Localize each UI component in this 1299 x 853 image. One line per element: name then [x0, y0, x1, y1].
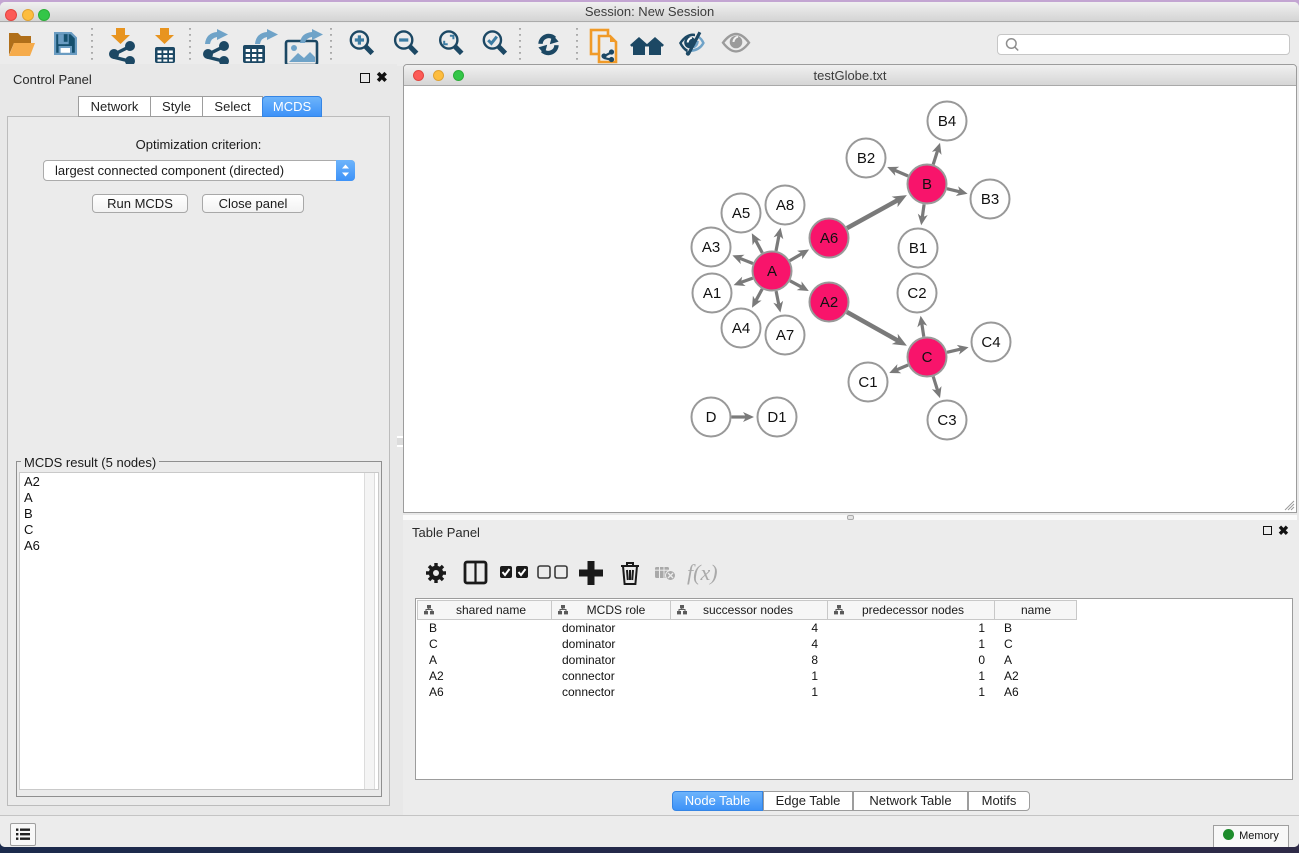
svg-text:A3: A3 [702, 239, 720, 256]
svg-text:successor nodes: successor nodes [703, 603, 793, 617]
svg-text:A2: A2 [1004, 669, 1019, 683]
svg-text:A5: A5 [732, 205, 750, 222]
svg-text:A4: A4 [732, 320, 750, 337]
svg-text:1: 1 [978, 669, 985, 683]
svg-text:dominator: dominator [562, 637, 615, 651]
svg-text:MCDS role: MCDS role [587, 603, 646, 617]
svg-text:connector: connector [562, 685, 615, 699]
svg-text:D1: D1 [767, 409, 786, 426]
svg-text:1: 1 [811, 685, 818, 699]
svg-text:C1: C1 [858, 374, 877, 391]
svg-text:A2: A2 [820, 294, 838, 311]
svg-text:A6: A6 [1004, 685, 1019, 699]
svg-text:4: 4 [811, 621, 818, 635]
svg-text:C: C [429, 637, 438, 651]
svg-text:B: B [922, 176, 932, 193]
svg-text:connector: connector [562, 669, 615, 683]
svg-text:B4: B4 [938, 113, 956, 130]
svg-text:f(x): f(x) [687, 560, 718, 585]
svg-text:A6: A6 [820, 230, 838, 247]
svg-text:A8: A8 [776, 197, 794, 214]
svg-text:B2: B2 [857, 150, 875, 167]
svg-text:A: A [429, 653, 437, 667]
svg-text:C3: C3 [937, 412, 956, 429]
svg-text:A7: A7 [776, 327, 794, 344]
svg-text:B1: B1 [909, 240, 927, 257]
svg-text:A6: A6 [429, 685, 444, 699]
svg-text:dominator: dominator [562, 653, 615, 667]
svg-text:4: 4 [811, 637, 818, 651]
svg-text:B3: B3 [981, 191, 999, 208]
svg-text:D: D [706, 409, 717, 426]
svg-text:shared name: shared name [456, 603, 526, 617]
svg-text:B: B [1004, 621, 1012, 635]
svg-text:predecessor nodes: predecessor nodes [862, 603, 964, 617]
svg-text:1: 1 [978, 621, 985, 635]
svg-text:0: 0 [978, 653, 985, 667]
svg-text:A: A [767, 263, 777, 280]
svg-text:B: B [429, 621, 437, 635]
svg-text:dominator: dominator [562, 621, 615, 635]
svg-text:A2: A2 [429, 669, 444, 683]
svg-text:C4: C4 [981, 334, 1000, 351]
svg-text:8: 8 [811, 653, 818, 667]
svg-text:A: A [1004, 653, 1012, 667]
svg-text:1: 1 [811, 669, 818, 683]
svg-text:1: 1 [978, 637, 985, 651]
svg-text:A1: A1 [703, 285, 721, 302]
svg-text:C2: C2 [907, 285, 926, 302]
svg-text:C: C [1004, 637, 1013, 651]
svg-text:C: C [922, 349, 933, 366]
svg-text:1: 1 [978, 685, 985, 699]
svg-text:name: name [1021, 603, 1051, 617]
